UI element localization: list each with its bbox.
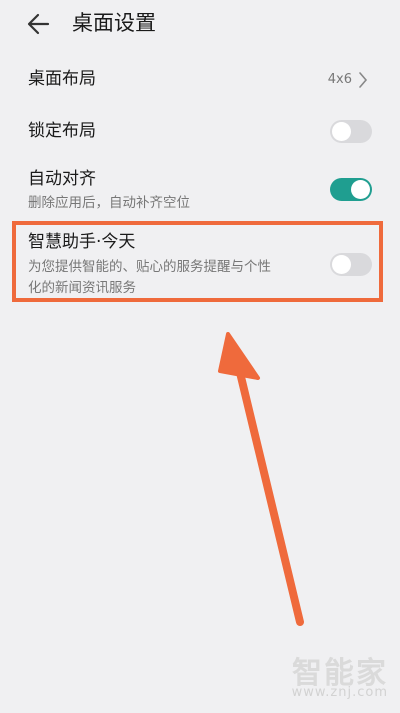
setting-label: 锁定布局 [28,121,96,141]
layout-value: 4x6 [327,72,352,87]
lock-layout-toggle[interactable] [330,120,372,143]
setting-auto-align[interactable]: 自动对齐 删除应用后，自动补齐空位 [0,160,400,218]
setting-desktop-layout[interactable]: 桌面布局 4x6 [0,50,400,106]
auto-align-toggle[interactable] [330,178,372,201]
setting-lock-layout[interactable]: 锁定布局 [0,106,400,156]
chevron-right-icon [359,72,368,88]
back-button[interactable] [22,9,56,39]
toggle-knob [351,180,370,199]
watermark-url: www.znj.com [291,685,388,700]
header-bar: 桌面设置 [0,0,400,50]
setting-label: 自动对齐 [28,169,96,189]
highlight-box [12,221,383,302]
setting-label: 桌面布局 [28,69,96,89]
page-title: 桌面设置 [72,11,156,35]
toggle-knob [332,122,351,141]
arrow-left-icon [27,13,50,35]
setting-description: 删除应用后，自动补齐空位 [28,195,190,211]
